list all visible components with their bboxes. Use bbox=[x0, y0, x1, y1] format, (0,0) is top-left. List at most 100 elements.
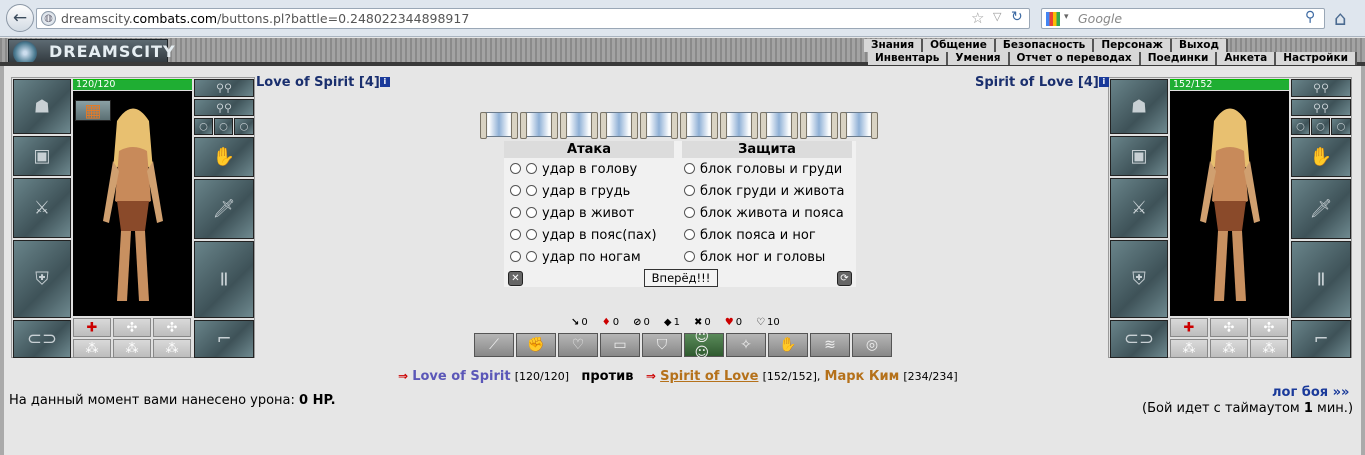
menu-skills[interactable]: Умения bbox=[948, 52, 1010, 65]
ring-slot[interactable]: ○ bbox=[234, 118, 254, 135]
offhand-slot[interactable]: 🗡 bbox=[194, 179, 254, 239]
battle-log-link[interactable]: лог боя »» bbox=[1272, 385, 1349, 400]
info-icon[interactable]: i bbox=[1098, 77, 1109, 87]
bracers-slot[interactable]: ▣ bbox=[1110, 136, 1168, 176]
menu-security[interactable]: Безопасность bbox=[995, 39, 1095, 52]
necklace-slot[interactable]: ⚲⚲ bbox=[1291, 99, 1351, 116]
scroll-slot[interactable] bbox=[680, 112, 718, 139]
ring-slot[interactable]: ○ bbox=[194, 118, 213, 135]
attack-radio-a[interactable] bbox=[510, 251, 521, 262]
ring-slot[interactable]: ○ bbox=[1331, 118, 1351, 135]
scroll-slot[interactable] bbox=[560, 112, 598, 139]
scroll-slot[interactable] bbox=[720, 112, 758, 139]
address-bar[interactable]: ◍ dreamscity.combats.com/buttons.pl?batt… bbox=[36, 8, 1030, 29]
gloves-slot[interactable]: ✋ bbox=[194, 137, 254, 177]
defense-radio[interactable] bbox=[684, 185, 695, 196]
belt-slot[interactable]: ⊂⊃ bbox=[13, 320, 71, 358]
left-player-name[interactable]: Love of Spirit [4] i bbox=[256, 75, 390, 90]
skill-button[interactable]: ♡ bbox=[558, 333, 598, 357]
skill-button[interactable]: ◎ bbox=[852, 333, 892, 357]
defense-radio[interactable] bbox=[684, 251, 695, 262]
skill-button[interactable]: ⛉ bbox=[642, 333, 682, 357]
search-engine-dropdown-icon[interactable]: ▾ bbox=[1064, 12, 1069, 22]
home-icon[interactable]: ⌂ bbox=[1334, 6, 1347, 30]
empty-slot[interactable]: ⁂ bbox=[1250, 339, 1288, 358]
attack-radio-a[interactable] bbox=[510, 185, 521, 196]
skill-button[interactable]: ✊ bbox=[516, 333, 556, 357]
defense-option[interactable]: блок живота и пояса bbox=[684, 204, 844, 224]
empty-slot[interactable]: ⁂ bbox=[73, 339, 111, 358]
defense-radio[interactable] bbox=[684, 207, 695, 218]
player-link[interactable]: Love of Spirit bbox=[412, 369, 510, 384]
gloves-slot[interactable]: ✋ bbox=[1291, 137, 1351, 177]
armor-slot[interactable]: ⛨ bbox=[13, 240, 71, 318]
empty-slot[interactable]: ⁂ bbox=[1170, 339, 1208, 358]
magnifier-icon[interactable]: ⚲ bbox=[1305, 9, 1315, 25]
attack-radio-b[interactable] bbox=[526, 163, 537, 174]
attack-radio-b[interactable] bbox=[526, 229, 537, 240]
menu-communication[interactable]: Общение bbox=[923, 39, 996, 52]
empty-slot[interactable]: ⁂ bbox=[1210, 339, 1248, 358]
belt-slot[interactable]: ⊂⊃ bbox=[1110, 320, 1168, 358]
attack-radio-b[interactable] bbox=[526, 207, 537, 218]
empty-slot[interactable]: ✣ bbox=[1250, 318, 1288, 337]
empty-slot[interactable]: ✣ bbox=[153, 318, 191, 337]
defense-option[interactable]: блок пояса и ног bbox=[684, 226, 816, 246]
empty-slot[interactable]: ✣ bbox=[113, 318, 151, 337]
scroll-slot[interactable] bbox=[520, 112, 558, 139]
helmet-slot[interactable]: ☗ bbox=[13, 79, 71, 134]
menu-knowledge[interactable]: Знания bbox=[864, 39, 924, 52]
scroll-slot[interactable] bbox=[480, 112, 518, 139]
attack-option[interactable]: удар в грудь bbox=[510, 182, 630, 202]
boots-slot[interactable]: ⌐ bbox=[1291, 320, 1351, 358]
scroll-slot[interactable] bbox=[840, 112, 878, 139]
earring-slot[interactable]: ⚲⚲ bbox=[194, 79, 254, 97]
attack-radio-a[interactable] bbox=[510, 163, 521, 174]
menu-battles[interactable]: Поединки bbox=[1140, 52, 1218, 65]
skill-button[interactable]: ▭ bbox=[600, 333, 640, 357]
potion-slot[interactable]: ✚ bbox=[73, 318, 111, 337]
attack-radio-b[interactable] bbox=[526, 185, 537, 196]
potion-slot[interactable]: ✚ bbox=[1170, 318, 1208, 337]
helmet-slot[interactable]: ☗ bbox=[1110, 79, 1168, 134]
dropdown-arrow-icon[interactable]: ▽ bbox=[993, 10, 1001, 23]
defense-radio[interactable] bbox=[684, 163, 695, 174]
menu-settings[interactable]: Настройки bbox=[1276, 52, 1357, 65]
defense-radio[interactable] bbox=[684, 229, 695, 240]
menu-inventory[interactable]: Инвентарь bbox=[868, 52, 949, 65]
back-button[interactable]: ← bbox=[6, 4, 34, 32]
search-box[interactable]: ▾ Google ⚲ bbox=[1041, 8, 1325, 29]
skill-button[interactable]: ✧ bbox=[726, 333, 766, 357]
menu-profile[interactable]: Анкета bbox=[1217, 52, 1277, 65]
scroll-slot[interactable] bbox=[800, 112, 838, 139]
ring-slot[interactable]: ○ bbox=[1291, 118, 1310, 135]
scroll-slot[interactable] bbox=[600, 112, 638, 139]
legs-slot[interactable]: Ⅱ bbox=[194, 241, 254, 318]
armor-slot[interactable]: ⛨ bbox=[1110, 240, 1168, 318]
menu-transfer-report[interactable]: Отчет о переводах bbox=[1009, 52, 1141, 65]
scroll-slot[interactable] bbox=[760, 112, 798, 139]
skill-button[interactable]: ⟋ bbox=[474, 333, 514, 357]
attack-radio-b[interactable] bbox=[526, 251, 537, 262]
earring-slot[interactable]: ⚲⚲ bbox=[1291, 79, 1351, 97]
empty-slot[interactable]: ✣ bbox=[1210, 318, 1248, 337]
bracers-slot[interactable]: ▣ bbox=[13, 136, 71, 176]
cancel-icon[interactable]: ✕ bbox=[508, 271, 523, 286]
bookmark-star-icon[interactable]: ☆ bbox=[971, 9, 984, 27]
defense-option[interactable]: блок ног и головы bbox=[684, 248, 825, 268]
info-icon[interactable]: i bbox=[379, 77, 390, 87]
offhand-slot[interactable]: 🗡 bbox=[1291, 179, 1351, 239]
ring-slot[interactable]: ○ bbox=[1311, 118, 1330, 135]
empty-slot[interactable]: ⁂ bbox=[153, 339, 191, 358]
attack-option[interactable]: удар по ногам bbox=[510, 248, 641, 268]
attack-radio-a[interactable] bbox=[510, 229, 521, 240]
attack-option[interactable]: удар в голову bbox=[510, 160, 637, 180]
attack-radio-a[interactable] bbox=[510, 207, 521, 218]
right-player-name[interactable]: Spirit of Love [4] i bbox=[975, 75, 1109, 90]
skill-button[interactable]: ✋ bbox=[768, 333, 808, 357]
legs-slot[interactable]: Ⅱ bbox=[1291, 241, 1351, 318]
attack-option[interactable]: удар в живот bbox=[510, 204, 634, 224]
enemy1-link[interactable]: Spirit of Love bbox=[660, 369, 758, 384]
scroll-slot[interactable] bbox=[640, 112, 678, 139]
attack-option[interactable]: удар в пояс(пах) bbox=[510, 226, 657, 246]
